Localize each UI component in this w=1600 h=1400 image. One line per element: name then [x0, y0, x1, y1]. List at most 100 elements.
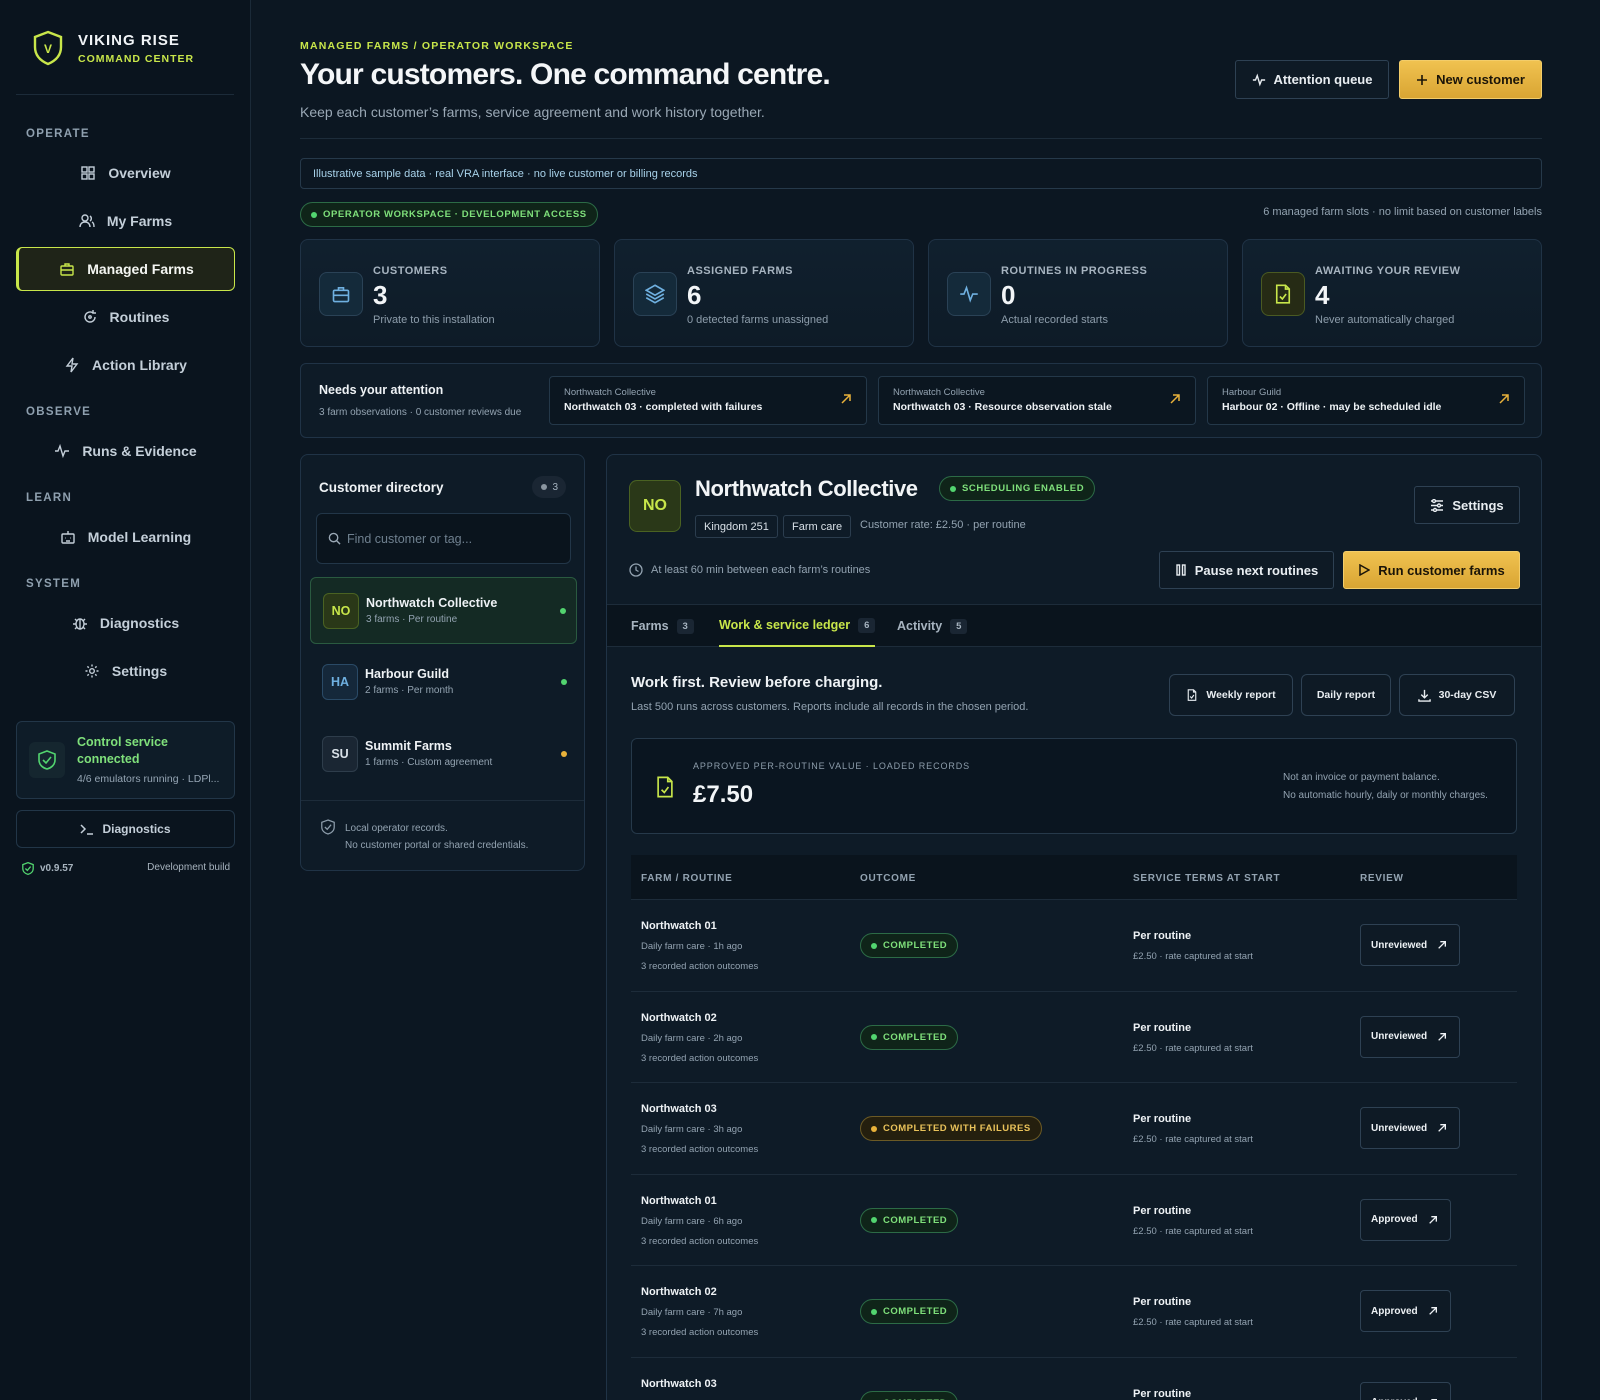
clock-icon — [629, 563, 643, 577]
directory-divider — [301, 800, 584, 801]
tab-farms[interactable]: Farms 3 — [631, 605, 694, 647]
daily-report-button[interactable]: Daily report — [1301, 674, 1391, 716]
csv-export-button[interactable]: 30-day CSV — [1399, 674, 1515, 716]
review-button[interactable]: Unreviewed — [1360, 1015, 1461, 1058]
attention-card[interactable]: Northwatch Collective Northwatch 03 · co… — [549, 376, 867, 425]
sidebar-item-label: Model Learning — [87, 529, 192, 545]
pulse-icon — [55, 443, 70, 459]
attention-card[interactable]: Northwatch Collective Northwatch 03 · Re… — [878, 376, 1196, 425]
attention-card[interactable]: Harbour Guild Harbour 02 · Offline · may… — [1207, 376, 1525, 425]
avatar: NO — [323, 593, 359, 629]
stat-note: Never automatically charged — [1315, 314, 1455, 326]
weekly-report-label: Weekly report — [1206, 689, 1276, 701]
value-note: Not an invoice or payment balance. No au… — [1283, 769, 1488, 805]
nav-section-system: SYSTEM — [26, 578, 82, 590]
service-title: Control service connected — [77, 735, 169, 766]
shield-check-icon — [29, 742, 65, 778]
slots-note: 6 managed farm slots · no limit based on… — [1263, 206, 1542, 218]
pause-routines-button[interactable]: Pause next routines — [1159, 551, 1334, 589]
value-note-line: Not an invoice or payment balance. — [1283, 772, 1440, 783]
attention-card-customer: Northwatch Collective — [893, 387, 985, 398]
sidebar-item-label: Overview — [108, 165, 171, 181]
sidebar-item-managed-farms[interactable]: Managed Farms — [16, 247, 235, 291]
attention-panel: Needs your attention 3 farm observations… — [300, 363, 1542, 438]
sidebar-item-label: My Farms — [106, 213, 173, 229]
sidebar-item-model-learning[interactable]: Model Learning — [16, 515, 235, 559]
review-button[interactable]: Unreviewed — [1360, 924, 1461, 966]
row-farm: Northwatch 03 — [641, 1103, 717, 1115]
review-button[interactable]: Approved — [1360, 1381, 1451, 1400]
version-label: v0.9.57 — [40, 863, 74, 874]
outcome-badge: COMPLETED WITH FAILURES — [860, 1116, 1042, 1141]
status-dot — [560, 608, 566, 614]
csv-export-label: 30-day CSV — [1438, 689, 1497, 701]
stat-value: 6 — [687, 280, 702, 310]
directory-footer-line: No customer portal or shared credentials… — [345, 840, 529, 851]
sidebar-item-overview[interactable]: Overview — [16, 151, 235, 195]
attention-subtitle: 3 farm observations · 0 customer reviews… — [319, 407, 522, 418]
bug-icon — [72, 618, 87, 630]
row-term: Per routine — [1133, 1113, 1192, 1125]
table-row: Northwatch 01 Daily farm care · 6h ago 3… — [631, 1175, 1517, 1266]
tab-activity[interactable]: Activity 5 — [897, 605, 968, 647]
pulse-icon — [947, 272, 991, 316]
brand[interactable]: V VIKING RISE COMMAND CENTER — [32, 30, 194, 66]
customer-item[interactable]: SU Summit Farms 1 farms · Custom agreeme… — [310, 721, 577, 788]
row-routine: Daily farm care · 2h ago — [641, 1032, 743, 1044]
settings-button-label: Settings — [1452, 497, 1504, 513]
customer-directory: Customer directory 3 Find customer or ta… — [300, 454, 585, 871]
directory-footer-line: Local operator records. — [345, 823, 448, 834]
directory-count: 3 — [532, 476, 566, 498]
outcome-badge: COMPLETED — [860, 1390, 959, 1400]
review-button[interactable]: Approved — [1360, 1198, 1451, 1241]
review-button[interactable]: Unreviewed — [1360, 1107, 1461, 1149]
sidebar-item-runs-evidence[interactable]: Runs & Evidence — [16, 429, 235, 473]
workspace-pill: OPERATOR WORKSPACE · DEVELOPMENT ACCESS — [300, 202, 598, 227]
sidebar-item-label: Managed Farms — [87, 261, 194, 277]
sidebar-item-settings[interactable]: Settings — [16, 649, 235, 693]
arrow-up-right-icon — [1499, 394, 1509, 404]
customer-tag: Farm care — [783, 515, 852, 538]
sidebar-item-my-farms[interactable]: My Farms — [16, 199, 235, 243]
file-check-icon — [1188, 689, 1197, 701]
stat-routines-in-progress: ROUTINES IN PROGRESS 0 Actual recorded s… — [928, 239, 1228, 347]
settings-button[interactable]: Settings — [1414, 486, 1520, 524]
sidebar-item-action-library[interactable]: Action Library — [16, 343, 235, 387]
attention-queue-button[interactable]: Attention queue — [1235, 60, 1389, 99]
diagnostics-button[interactable]: Diagnostics — [16, 810, 235, 848]
customer-title: Northwatch Collective — [695, 476, 918, 501]
service-subtitle: 4/6 emulators running · LDPl... — [77, 773, 220, 785]
row-farm: Northwatch 01 — [641, 1194, 717, 1207]
customer-item[interactable]: HA Harbour Guild 2 farms · Per month — [310, 649, 577, 716]
row-routine: Daily farm care · 7h ago — [641, 1307, 743, 1318]
directory-footer: Local operator records. No customer port… — [345, 820, 528, 854]
table-row: Northwatch 02 Daily farm care · 2h ago 3… — [631, 992, 1517, 1083]
tab-count: 3 — [676, 618, 694, 634]
arrow-up-right-icon — [1438, 1032, 1447, 1041]
arrow-up-right-icon — [1428, 1307, 1437, 1315]
new-customer-button[interactable]: New customer — [1399, 60, 1542, 99]
nav-section-learn: LEARN — [26, 492, 73, 504]
stat-note: Actual recorded starts — [1001, 314, 1108, 326]
attention-card-customer: Northwatch Collective — [564, 387, 656, 398]
sidebar-item-label: Diagnostics — [99, 615, 180, 631]
run-customer-farms-button[interactable]: Run customer farms — [1343, 551, 1520, 589]
file-check-icon — [1261, 272, 1305, 316]
sidebar-item-label: Runs & Evidence — [82, 443, 197, 459]
briefcase-icon — [60, 263, 74, 276]
row-outcomes: 3 recorded action outcomes — [641, 1327, 759, 1338]
page-title: Your customers. One command centre. — [300, 58, 831, 91]
customer-item[interactable]: NO Northwatch Collective 3 farms · Per r… — [310, 577, 577, 644]
control-service-status[interactable]: Control service connected 4/6 emulators … — [16, 721, 235, 799]
tab-work-service-ledger[interactable]: Work & service ledger 6 — [719, 605, 876, 647]
customer-rate: Customer rate: £2.50 · per routine — [860, 519, 1026, 531]
row-term-note: £2.50 · rate captured at start — [1133, 1042, 1253, 1054]
search-input[interactable]: Find customer or tag... — [347, 532, 472, 546]
daily-report-label: Daily report — [1316, 689, 1376, 701]
customer-search[interactable]: Find customer or tag... — [316, 513, 571, 564]
review-label: Unreviewed — [1371, 1031, 1428, 1042]
sidebar-item-routines[interactable]: Routines — [16, 295, 235, 339]
sidebar-item-diagnostics[interactable]: Diagnostics — [16, 601, 235, 645]
review-button[interactable]: Approved — [1360, 1290, 1451, 1332]
weekly-report-button[interactable]: Weekly report — [1169, 674, 1293, 716]
